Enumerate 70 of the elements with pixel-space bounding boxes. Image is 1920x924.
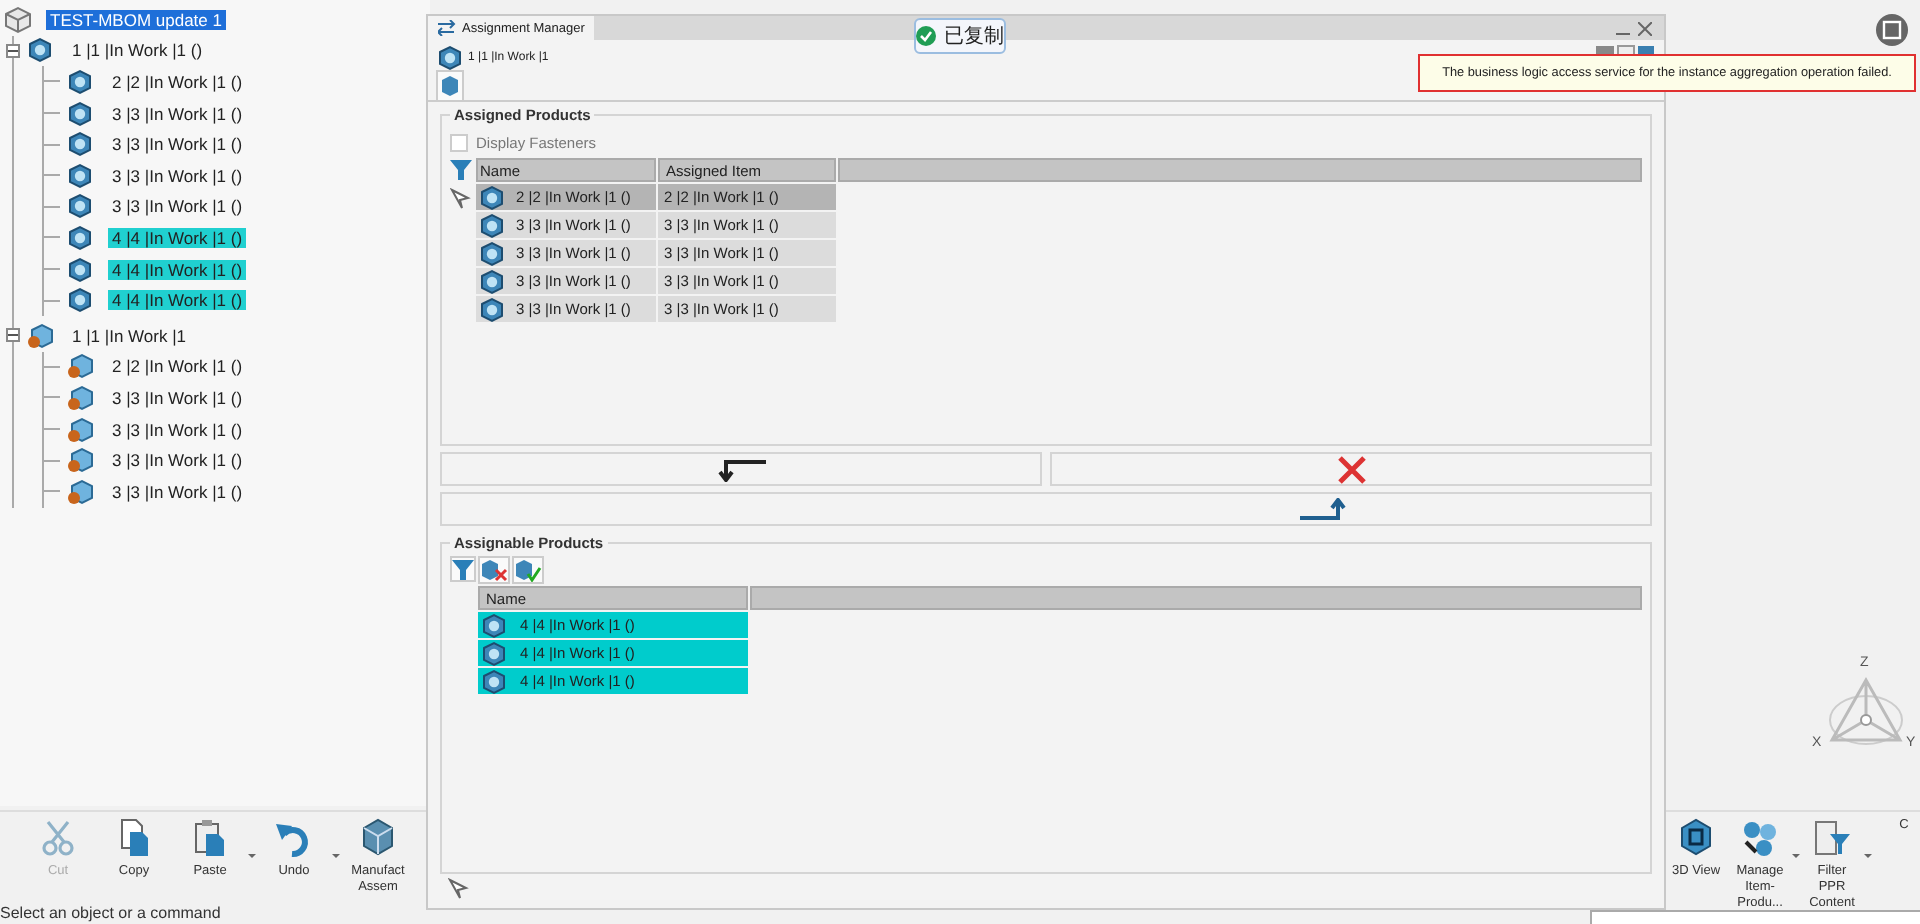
tree-item[interactable]: 3 |3 |In Work |1 () <box>108 134 247 155</box>
part-icon <box>478 267 506 295</box>
caret-icon[interactable] <box>1792 854 1800 858</box>
swap-icon <box>438 20 456 36</box>
assembly-icon <box>66 415 94 444</box>
parts-icon <box>1740 818 1780 858</box>
close-icon <box>1337 455 1365 483</box>
tree-item[interactable]: 2 |2 |In Work |1 () <box>108 356 247 377</box>
part-icon <box>66 286 94 315</box>
part-icon <box>26 36 54 65</box>
caret-icon[interactable] <box>248 854 256 858</box>
scissors-icon <box>38 818 78 858</box>
collapse-toggle[interactable] <box>6 43 20 58</box>
cube-icon <box>358 818 398 858</box>
part-icon <box>66 192 94 221</box>
caret-icon[interactable] <box>1864 854 1872 858</box>
part-icon <box>66 223 94 252</box>
toast: 已复制 <box>914 18 1006 54</box>
tree-item[interactable]: 3 |3 |In Work |1 () <box>108 165 247 186</box>
part-icon <box>478 295 506 323</box>
part-icon <box>478 239 506 267</box>
tree-item[interactable]: 3 |3 |In Work |1 () <box>108 387 247 408</box>
check-icon <box>916 26 936 46</box>
status-text: Select an object or a command <box>0 904 221 922</box>
filter-icon[interactable] <box>450 556 476 582</box>
arrow-icon <box>715 457 767 481</box>
cube-icon <box>1676 818 1716 858</box>
tree-item[interactable]: 1 |1 |In Work |1 () <box>68 40 207 61</box>
tree-item[interactable]: 4 |4 |In Work |1 () <box>108 227 247 248</box>
part-icon <box>478 183 506 211</box>
part-icon <box>436 43 464 71</box>
pointer-icon[interactable] <box>450 188 472 210</box>
pointer-icon[interactable] <box>448 878 470 900</box>
part-icon <box>480 667 508 695</box>
part-icon <box>66 99 94 128</box>
part-icon <box>66 161 94 190</box>
assembly-icon <box>66 352 94 381</box>
tree-item[interactable]: 3 |3 |In Work |1 () <box>108 419 247 440</box>
close-icon[interactable] <box>1638 21 1652 35</box>
product-tab[interactable] <box>436 70 464 100</box>
capture-icon[interactable] <box>1876 14 1908 46</box>
part-icon <box>438 74 462 98</box>
part-icon <box>480 639 508 667</box>
part-check-icon[interactable] <box>512 556 544 584</box>
tree-item[interactable]: 2 |2 |In Work |1 () <box>108 71 247 92</box>
collapse-toggle[interactable] <box>6 328 20 343</box>
assembly-icon <box>66 477 94 506</box>
assembly-icon <box>66 383 94 412</box>
tree-item[interactable]: 4 |4 |In Work |1 () <box>108 259 247 280</box>
paste-icon <box>190 818 230 858</box>
part-remove-icon[interactable] <box>478 556 510 584</box>
part-icon <box>66 255 94 284</box>
undo-icon <box>274 818 314 858</box>
filter-icon <box>1812 818 1852 858</box>
filter-icon[interactable] <box>450 158 472 180</box>
assembly-icon <box>26 321 54 350</box>
part-icon <box>480 611 508 639</box>
part-icon <box>478 211 506 239</box>
part-icon <box>66 67 94 96</box>
tree-item[interactable]: 3 |3 |In Work |1 () <box>108 481 247 502</box>
tree-item[interactable]: 4 |4 |In Work |1 () <box>108 290 247 311</box>
tree-item[interactable]: TEST-MBOM update 1 <box>46 9 226 30</box>
part-icon <box>66 130 94 159</box>
tree-item[interactable]: 3 |3 |In Work |1 () <box>108 450 247 471</box>
tree-item[interactable]: 1 |1 |In Work |1 <box>68 325 191 346</box>
assembly-icon <box>66 446 94 475</box>
arrow-icon <box>1298 497 1350 521</box>
tree-item[interactable]: 3 |3 |In Work |1 () <box>108 103 247 124</box>
caret-icon[interactable] <box>332 854 340 858</box>
tree-item[interactable]: 3 |3 |In Work |1 () <box>108 196 247 217</box>
